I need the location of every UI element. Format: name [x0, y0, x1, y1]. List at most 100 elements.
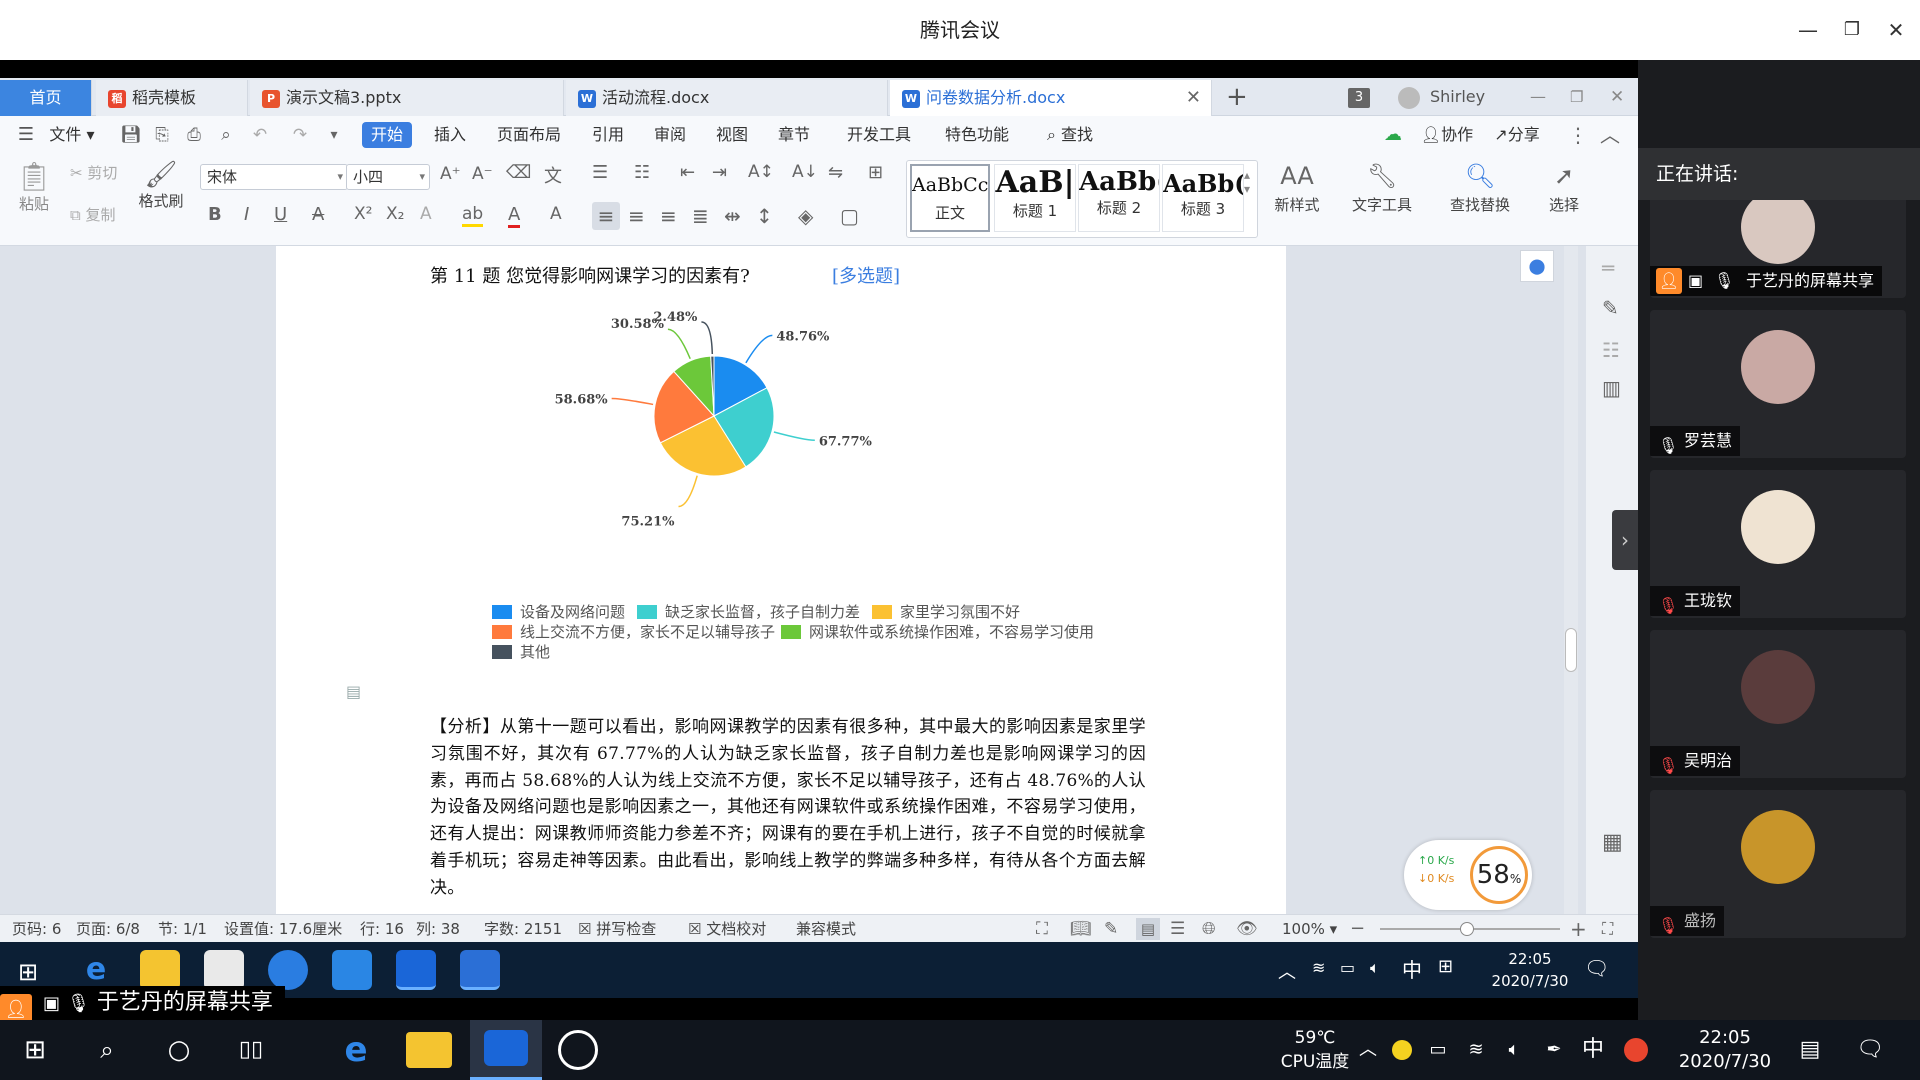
sliders-icon[interactable]: ☷: [1602, 338, 1620, 362]
keyboard-layout-icon[interactable]: ⊞: [1438, 956, 1453, 977]
status-section[interactable]: 节: 1/1: [158, 915, 207, 943]
menu-view[interactable]: 视图: [712, 122, 752, 148]
menu-insert[interactable]: 插入: [428, 122, 472, 148]
shrink-font-icon[interactable]: A⁻: [472, 164, 493, 184]
style-heading-2[interactable]: AaBb( 标题 2: [1078, 164, 1160, 232]
file-explorer-icon[interactable]: [140, 950, 180, 990]
zoom-slider[interactable]: [1380, 922, 1560, 936]
menu-file[interactable]: 文件 ▾: [42, 122, 102, 148]
file-explorer-icon[interactable]: [406, 1032, 452, 1068]
net-monitor[interactable]: ↑0 K/s ↓0 K/s 58%: [1404, 840, 1532, 910]
user-name[interactable]: Shirley: [1430, 78, 1485, 116]
menu-developer[interactable]: 开发工具: [844, 122, 914, 148]
action-center-icon[interactable]: 🗨︎: [1850, 1020, 1890, 1080]
zoom-in-icon[interactable]: +: [1570, 915, 1587, 943]
pen-icon[interactable]: ✎: [1602, 296, 1619, 320]
notification-icon[interactable]: 🗨︎: [1584, 956, 1609, 980]
font-name-select[interactable]: 宋体 ▾: [200, 164, 348, 190]
menu-reference[interactable]: 引用: [588, 122, 628, 148]
collapse-ribbon-icon[interactable]: ︿: [1600, 122, 1620, 148]
fit-page-icon[interactable]: ⛶: [1602, 915, 1613, 943]
align-left-icon[interactable]: ≡: [592, 202, 620, 230]
ime-indicator[interactable]: 中: [1578, 1020, 1608, 1080]
numbering-icon[interactable]: ☷: [634, 162, 650, 183]
tab-home[interactable]: 首页: [0, 80, 92, 116]
bar-chart-icon[interactable]: ▥: [1602, 376, 1621, 400]
share-button[interactable]: ↗分享: [1486, 122, 1548, 148]
zoom-slider-thumb[interactable]: [1460, 922, 1474, 936]
style-heading-3[interactable]: AaBb( 标题 3: [1162, 164, 1244, 232]
eraser-icon[interactable]: ⌫: [506, 162, 531, 183]
participant-card[interactable]: 🎙︎ 盛扬: [1650, 790, 1906, 938]
grow-font-icon[interactable]: A⁺: [440, 164, 461, 184]
close-tab-icon[interactable]: ✕: [1186, 80, 1201, 116]
write-mode-icon[interactable]: ✎: [1104, 915, 1118, 943]
menu-start[interactable]: 开始: [362, 122, 412, 148]
more-icon[interactable]: ⋮: [1568, 122, 1588, 148]
proofread-button[interactable]: ☒ 文档校对: [688, 915, 766, 943]
border-icon[interactable]: ▢: [840, 204, 859, 228]
style-heading-1[interactable]: AaB| 标题 1: [994, 164, 1076, 232]
paragraph-handle-icon[interactable]: ▤: [346, 682, 361, 701]
find-replace-button[interactable]: 🔍︎ 查找替换: [1442, 162, 1518, 215]
wps-minimize-icon[interactable]: —: [1530, 78, 1546, 116]
wps-close-icon[interactable]: ✕: [1610, 78, 1624, 116]
status-page[interactable]: 页面: 6/8: [76, 915, 140, 943]
wps-writer-icon[interactable]: [460, 950, 500, 990]
align-right-icon[interactable]: ≡: [660, 204, 677, 228]
tab-activity-docx[interactable]: W 活动流程.docx: [566, 80, 888, 116]
document-page[interactable]: 第 11 题 您觉得影响网课学习的因素有? [多选题] 48.76% 67.77%…: [276, 246, 1286, 914]
volume-icon[interactable]: 🔈︎: [1370, 958, 1380, 978]
collapse-panel-button[interactable]: ›: [1612, 510, 1638, 570]
menu-review[interactable]: 审阅: [650, 122, 690, 148]
battery-icon[interactable]: ▭: [1424, 1020, 1452, 1080]
tray-app-icon[interactable]: [1392, 1040, 1412, 1060]
tab-docer[interactable]: 稻 稻壳模板: [96, 80, 248, 116]
tab-pptx[interactable]: P 演示文稿3.pptx: [250, 80, 564, 116]
task-view-icon[interactable]: ▯▯: [226, 1020, 276, 1080]
preview-icon[interactable]: ⌕: [216, 122, 236, 148]
style-normal[interactable]: AaBbCcI 正文: [910, 164, 990, 232]
sogou-ime-icon[interactable]: [1624, 1038, 1648, 1062]
wifi-icon[interactable]: ≋: [1462, 1020, 1490, 1080]
bold-icon[interactable]: B: [208, 204, 222, 225]
read-mode-icon[interactable]: 📖︎: [1070, 915, 1092, 943]
table-icon[interactable]: ⊞: [868, 162, 883, 183]
print-icon[interactable]: ⎙: [184, 122, 204, 148]
windows-start-icon[interactable]: ⊞: [10, 1020, 60, 1080]
gallery-scroll-icon[interactable]: ▴ ▾: [1244, 168, 1250, 196]
notes-icon[interactable]: ▤: [1790, 1020, 1830, 1080]
minimize-button[interactable]: —: [1792, 14, 1824, 46]
shading-icon[interactable]: ◈: [798, 204, 813, 228]
collab-button[interactable]: 👤︎协作: [1416, 122, 1478, 148]
increase-indent-icon[interactable]: ⇥: [712, 162, 727, 183]
font-color-icon[interactable]: A: [508, 204, 521, 228]
subscript-icon[interactable]: X₂: [386, 204, 404, 224]
sort-icon[interactable]: A↓: [792, 162, 818, 182]
wifi-icon[interactable]: ≋: [1312, 958, 1325, 977]
pen-icon[interactable]: ✒: [1540, 1020, 1568, 1080]
collapse-icon[interactable]: ═: [1602, 256, 1614, 280]
hamburger-icon[interactable]: ☰: [16, 122, 36, 148]
tencent-meeting-icon[interactable]: [396, 950, 436, 990]
select-button[interactable]: ➚ 选择: [1540, 162, 1588, 215]
paste-button[interactable]: 📋︎ 粘贴: [14, 160, 54, 214]
char-shading-icon[interactable]: A: [550, 204, 562, 224]
battery-icon[interactable]: ▭: [1340, 958, 1355, 977]
participant-card[interactable]: 🎙︎ 王珑钦: [1650, 470, 1906, 618]
participant-card[interactable]: 🎙︎ 吴明治: [1650, 630, 1906, 778]
paragraph-spacing-icon[interactable]: ⇋: [828, 162, 843, 183]
copy-button[interactable]: ⧉ 复制: [70, 204, 130, 225]
highlight-icon[interactable]: ab: [462, 204, 484, 227]
new-tab-button[interactable]: +: [1226, 80, 1252, 114]
status-words[interactable]: 字数: 2151: [484, 915, 562, 943]
zoom-select[interactable]: 100% ▾: [1282, 915, 1337, 943]
windows-start-icon[interactable]: ⊞: [18, 958, 38, 986]
line-spacing-icon[interactable]: ↕: [756, 204, 773, 228]
status-row[interactable]: 行: 16: [360, 915, 404, 943]
strikethrough-icon[interactable]: A: [312, 204, 324, 225]
menu-layout[interactable]: 页面布局: [494, 122, 564, 148]
fullscreen-icon[interactable]: ⛶: [1036, 915, 1048, 943]
zoom-out-icon[interactable]: −: [1350, 915, 1365, 943]
char-scale-icon[interactable]: A↕: [748, 162, 774, 182]
